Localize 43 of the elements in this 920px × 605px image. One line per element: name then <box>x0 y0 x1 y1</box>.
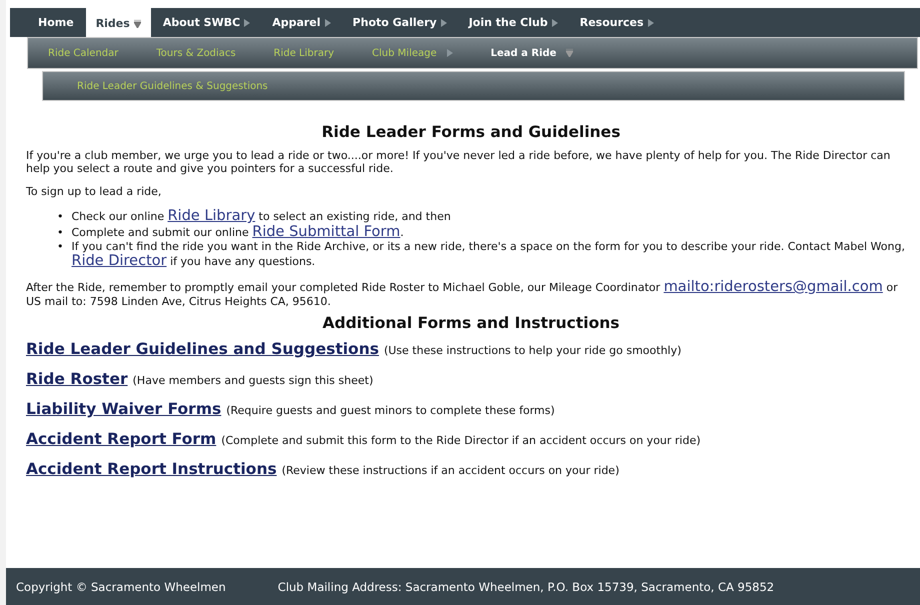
document-link[interactable]: Liability Waiver Forms <box>26 400 222 418</box>
nav-tab[interactable]: Home <box>28 8 84 37</box>
document-link[interactable]: Ride Leader Guidelines and Suggestions <box>26 340 379 358</box>
document-link[interactable]: Accident Report Form <box>26 430 216 448</box>
bullet: • <box>57 226 64 239</box>
section-heading: Additional Forms and Instructions <box>321 314 621 332</box>
document-link[interactable]: Accident Report Instructions <box>26 460 277 478</box>
nav-tab[interactable]: Photo Gallery <box>342 8 457 37</box>
list-item: If you can't find the ride you want in the Ride Archive, or its a new ride, there's a space on the form for you to describe your ride. Contact Mabel Wong, Ride Director if you have any questions. <box>72 240 906 269</box>
link-description: (Require guests and guest minors to complete these forms) <box>226 404 555 417</box>
document-link[interactable]: Ride Roster <box>26 370 128 388</box>
dropdown-arrow-icon <box>566 49 574 57</box>
submenu-arrow-icon <box>648 18 654 26</box>
link-description: (Use these instructions to help your ride go smoothly) <box>384 344 682 357</box>
paragraph: To sign up to lead a ride, <box>26 185 162 198</box>
text-link[interactable]: Ride Director <box>72 253 167 269</box>
submenu-arrow-icon <box>244 18 250 26</box>
link-description: (Review these instructions if an accident occurs on your ride) <box>282 464 620 477</box>
submenu-arrow-icon <box>552 18 558 26</box>
mailing-address: Club Mailing Address: Sacramento Wheelmen, P.O. Box 15739, Sacramento, CA 95852 <box>278 580 774 594</box>
nav-tab[interactable]: Join the Club <box>458 8 568 37</box>
list-item: Complete and submit our online Ride Submittal Form. <box>72 224 404 240</box>
link-description: (Complete and submit this form to the Ride Director if an accident occurs on your ride) <box>221 434 701 447</box>
paragraph: After the Ride, remember to promptly email your completed Ride Roster to Michael Goble, our Mileage Coordinator mailto:riderosters@gmail.com or US mail to: 7598 Linden Ave, Citrus Heights CA, 95610. <box>26 279 899 308</box>
paragraph: If you're a club member, we urge you to lead a ride or two....or more! If you've never led a ride before, we have plenty of help for you. The Ride Director can help you select a route and give you pointers for a successful ride. <box>26 149 892 175</box>
bullet: • <box>57 210 64 223</box>
text-link[interactable]: Ride Library <box>168 208 256 224</box>
submenu-arrow-icon <box>440 18 447 26</box>
list-item: Check our online Ride Library to select an existing ride, and then <box>72 208 451 224</box>
submenu-arrow-icon <box>446 49 453 57</box>
submenu-item[interactable]: Lead a Ride <box>490 48 574 58</box>
submenu-arrow-icon <box>324 18 331 26</box>
bullet: • <box>57 240 64 253</box>
nav-tab[interactable]: About SWBC <box>152 8 260 37</box>
page-heading: Ride Leader Forms and Guidelines <box>320 123 622 141</box>
dropdown-arrow-icon <box>134 20 141 28</box>
copyright-text: Copyright © Sacramento Wheelmen <box>16 580 226 594</box>
nav-tab[interactable]: Apparel <box>262 8 341 37</box>
text-link[interactable]: Ride Submittal Form <box>252 224 400 240</box>
link-description: (Have members and guests sign this sheet) <box>132 374 374 387</box>
nav-tab[interactable]: Resources <box>570 8 664 37</box>
text-link[interactable]: mailto:riderosters@gmail.com <box>664 279 883 295</box>
nav-tab[interactable]: Rides <box>86 8 151 37</box>
